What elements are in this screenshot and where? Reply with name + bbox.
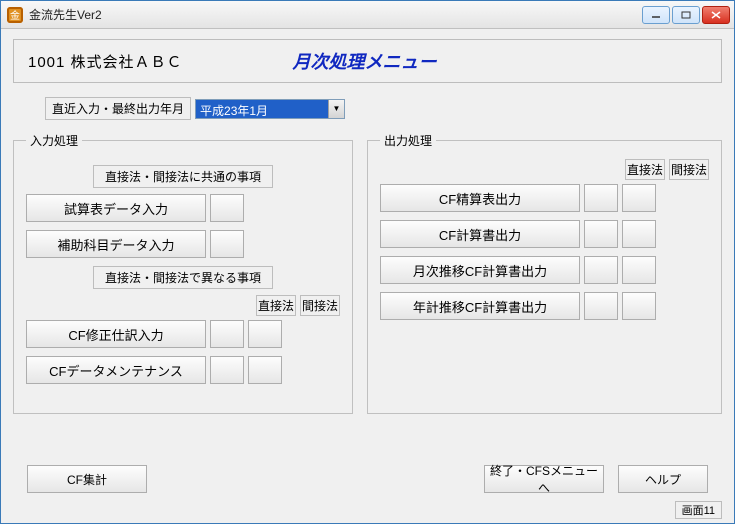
screen-id-label: 画面11 — [675, 501, 722, 519]
cf-maint-indirect-button[interactable] — [248, 356, 282, 384]
app-icon: 金 — [7, 7, 23, 23]
output-method-direct-label: 直接法 — [625, 159, 665, 180]
footer: CF集計 終了・CFSメニューへ ヘルプ — [13, 465, 722, 493]
close-icon — [711, 11, 721, 19]
input-section1-label: 直接法・間接法に共通の事項 — [93, 165, 273, 188]
cf-maint-button[interactable]: CFデータメンテナンス — [26, 356, 206, 384]
sub-account-input-button[interactable]: 補助科目データ入力 — [26, 230, 206, 258]
window-title: 金流先生Ver2 — [29, 6, 642, 23]
date-select-value: 平成23年1月 — [196, 100, 328, 118]
annual-cf-indirect-button[interactable] — [622, 292, 656, 320]
company-label: 1001 株式会社ＡＢＣ — [28, 51, 183, 72]
cf-worksheet-direct-button[interactable] — [584, 184, 618, 212]
minimize-button[interactable] — [642, 6, 670, 24]
output-group: 出力処理 直接法 間接法 CF精算表出力 CF計算書出力 月次推移CF計算書出力 — [367, 132, 722, 414]
close-button[interactable] — [702, 6, 730, 24]
help-button[interactable]: ヘルプ — [618, 465, 708, 493]
cf-adjust-direct-button[interactable] — [210, 320, 244, 348]
screen-title: 月次処理メニュー — [293, 48, 437, 74]
input-group: 入力処理 直接法・間接法に共通の事項 試算表データ入力 補助科目データ入力 直接… — [13, 132, 353, 414]
cf-statement-button[interactable]: CF計算書出力 — [380, 220, 580, 248]
header-box: 1001 株式会社ＡＢＣ 月次処理メニュー — [13, 39, 722, 83]
date-label: 直近入力・最終出力年月 — [45, 97, 191, 120]
exit-button[interactable]: 終了・CFSメニューへ — [484, 465, 604, 493]
titlebar: 金 金流先生Ver2 — [1, 1, 734, 29]
cf-maint-direct-button[interactable] — [210, 356, 244, 384]
maximize-icon — [681, 11, 691, 19]
monthly-cf-button[interactable]: 月次推移CF計算書出力 — [380, 256, 580, 284]
input-method-direct-label: 直接法 — [256, 295, 296, 316]
cf-worksheet-button[interactable]: CF精算表出力 — [380, 184, 580, 212]
chevron-down-icon[interactable]: ▼ — [328, 100, 344, 118]
trial-balance-aux-button[interactable] — [210, 194, 244, 222]
input-method-indirect-label: 間接法 — [300, 295, 340, 316]
cf-total-button[interactable]: CF集計 — [27, 465, 147, 493]
monthly-cf-indirect-button[interactable] — [622, 256, 656, 284]
date-row: 直近入力・最終出力年月 平成23年1月 ▼ — [45, 97, 722, 120]
input-section2-label: 直接法・間接法で異なる事項 — [93, 266, 273, 289]
client-area: 1001 株式会社ＡＢＣ 月次処理メニュー 直近入力・最終出力年月 平成23年1… — [1, 29, 734, 523]
monthly-cf-direct-button[interactable] — [584, 256, 618, 284]
input-group-legend: 入力処理 — [26, 132, 82, 149]
maximize-button[interactable] — [672, 6, 700, 24]
annual-cf-direct-button[interactable] — [584, 292, 618, 320]
date-select[interactable]: 平成23年1月 ▼ — [195, 99, 345, 119]
app-window: 金 金流先生Ver2 1001 株式会社ＡＢＣ 月次処理メニュー 直近入力・最終… — [0, 0, 735, 524]
minimize-icon — [651, 11, 661, 19]
cf-statement-direct-button[interactable] — [584, 220, 618, 248]
output-group-legend: 出力処理 — [380, 132, 436, 149]
cf-adjust-button[interactable]: CF修正仕訳入力 — [26, 320, 206, 348]
cf-worksheet-indirect-button[interactable] — [622, 184, 656, 212]
cf-adjust-indirect-button[interactable] — [248, 320, 282, 348]
output-method-indirect-label: 間接法 — [669, 159, 709, 180]
cf-statement-indirect-button[interactable] — [622, 220, 656, 248]
annual-cf-button[interactable]: 年計推移CF計算書出力 — [380, 292, 580, 320]
trial-balance-input-button[interactable]: 試算表データ入力 — [26, 194, 206, 222]
sub-account-aux-button[interactable] — [210, 230, 244, 258]
